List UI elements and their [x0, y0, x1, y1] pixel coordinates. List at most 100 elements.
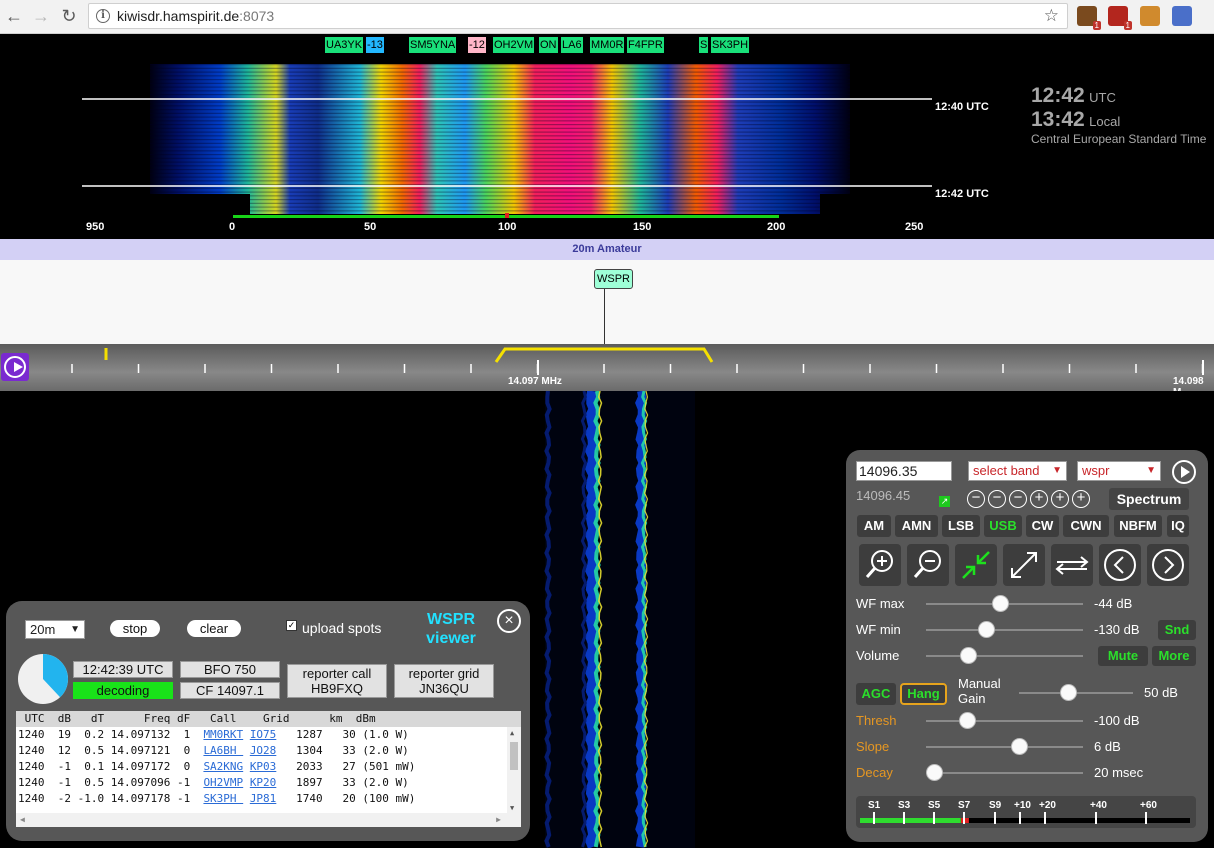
- volume-slider-knob[interactable]: [960, 647, 978, 664]
- double-arrow-icon: [1055, 556, 1089, 575]
- zoom-out-full-button[interactable]: [1003, 544, 1045, 586]
- zoom-max-icon: [962, 551, 990, 579]
- address-bar[interactable]: i kiwisdr.hamspirit.de:8073 ☆: [88, 3, 1068, 29]
- manual-gain-slider-knob[interactable]: [1060, 684, 1078, 701]
- thresh-value: -100 dB: [1094, 713, 1140, 728]
- step-up-small-icon[interactable]: +: [1030, 490, 1048, 508]
- extension-4-icon[interactable]: [1172, 6, 1192, 26]
- grid-link[interactable]: IO75: [250, 728, 277, 741]
- table-vertical-scrollbar[interactable]: ▲ ▼: [507, 727, 521, 813]
- extension-play-button[interactable]: [1172, 460, 1196, 484]
- mode-button-usb[interactable]: USB: [984, 515, 1022, 537]
- hang-button[interactable]: Hang: [900, 683, 947, 705]
- grid-link[interactable]: JP81: [250, 792, 277, 805]
- mode-button-nbfm[interactable]: NBFM: [1114, 515, 1162, 537]
- spot-label[interactable]: OH2VM: [493, 37, 535, 53]
- mute-button[interactable]: Mute: [1098, 646, 1148, 666]
- band-select[interactable]: select band ▼: [968, 461, 1067, 481]
- spot-label[interactable]: -13: [366, 37, 384, 53]
- grid-link[interactable]: KP20: [250, 776, 277, 789]
- spot-label[interactable]: MM0R: [590, 37, 625, 53]
- snd-button[interactable]: Snd: [1158, 620, 1196, 640]
- step-down-small-icon[interactable]: −: [1009, 490, 1027, 508]
- page-left-button[interactable]: [1099, 544, 1141, 586]
- table-horizontal-scrollbar[interactable]: ◀ ▶: [16, 813, 521, 827]
- freq-link-icon[interactable]: ↗: [939, 496, 950, 507]
- slope-label: Slope: [856, 739, 890, 754]
- spot-label[interactable]: F4FPR: [627, 37, 664, 53]
- wf-min-slider-knob[interactable]: [977, 621, 995, 638]
- extension-select[interactable]: wspr ▼: [1077, 461, 1161, 481]
- zoom-in-button[interactable]: [859, 544, 901, 586]
- step-down-medium-icon[interactable]: −: [988, 490, 1006, 508]
- mode-button-lsb[interactable]: LSB: [942, 515, 980, 537]
- frequency-scale[interactable]: 14.097 MHz 14.098 M: [0, 344, 1214, 391]
- wspr-table-row: 1240 -1 0.5 14.097096 -1 OH2VMP KP20 189…: [18, 776, 409, 789]
- volume-slider[interactable]: [926, 655, 1083, 657]
- decay-slider-knob[interactable]: [925, 764, 943, 781]
- step-up-large-icon[interactable]: +: [1072, 490, 1090, 508]
- call-link[interactable]: OH2VMP: [203, 776, 243, 789]
- wspr-spots-table[interactable]: UTC dB dT Freq dF Call Grid km dBm 1240 …: [16, 711, 521, 827]
- zoom-out-button[interactable]: [907, 544, 949, 586]
- wf-max-slider-knob[interactable]: [991, 595, 1009, 612]
- thresh-slider[interactable]: [926, 720, 1083, 722]
- thresh-slider-knob[interactable]: [958, 712, 976, 729]
- clear-button[interactable]: clear: [187, 620, 241, 637]
- slope-slider[interactable]: [926, 746, 1083, 748]
- spot-label[interactable]: -12: [468, 37, 486, 53]
- mode-button-iq[interactable]: IQ: [1167, 515, 1189, 537]
- band-bar[interactable]: 20m Amateur: [0, 239, 1214, 260]
- call-link[interactable]: MM0RKT: [203, 728, 243, 741]
- scale-play-button[interactable]: [1, 353, 29, 381]
- zoom-max-button[interactable]: [955, 544, 997, 586]
- call-link[interactable]: SA2KNG: [203, 760, 243, 773]
- s-meter: S1 S3 S5 S7 S9 +10 +20 +40 +60: [856, 796, 1196, 828]
- extension-3-icon[interactable]: [1140, 6, 1160, 26]
- grid-link[interactable]: KP03: [250, 760, 277, 773]
- frequency-input[interactable]: 14096.35: [856, 461, 952, 481]
- chevron-right-icon: [1152, 549, 1184, 581]
- scale-tick-label: 200: [767, 221, 786, 233]
- mode-button-am[interactable]: AM: [857, 515, 891, 537]
- spot-label[interactable]: SM5YNA: [409, 37, 457, 53]
- spectrum-button[interactable]: Spectrum: [1109, 488, 1189, 510]
- step-down-large-icon[interactable]: −: [967, 490, 985, 508]
- mode-button-cwn[interactable]: CWN: [1063, 515, 1109, 537]
- decay-slider[interactable]: [926, 772, 1083, 774]
- call-link[interactable]: LA6BH: [203, 744, 243, 757]
- upload-spots-checkbox[interactable]: ✓: [286, 620, 297, 631]
- wspr-band-select[interactable]: 20m ▼: [25, 620, 85, 639]
- mode-button-amn[interactable]: AMN: [895, 515, 938, 537]
- info-icon[interactable]: i: [96, 9, 110, 23]
- dx-label-area[interactable]: WSPR: [0, 260, 1214, 344]
- forward-arrow-icon[interactable]: →: [30, 5, 52, 27]
- back-arrow-icon[interactable]: ←: [3, 5, 25, 27]
- extension-1-icon[interactable]: 1: [1077, 6, 1101, 30]
- step-up-medium-icon[interactable]: +: [1051, 490, 1069, 508]
- close-icon[interactable]: ×: [497, 609, 521, 633]
- reload-icon[interactable]: ↻: [58, 5, 80, 27]
- s-meter-label: S5: [928, 800, 941, 811]
- dx-label-wspr[interactable]: WSPR: [594, 269, 633, 289]
- spot-label[interactable]: ON: [539, 37, 558, 53]
- grid-link[interactable]: JO28: [250, 744, 277, 757]
- zoom-band-button[interactable]: [1051, 544, 1093, 586]
- spot-label[interactable]: SK3PH: [711, 37, 750, 53]
- scale-tick-label: 950: [86, 221, 105, 233]
- waterfall-top[interactable]: UA3YK -13 SM5YNA -12 OH2VM ON LA6 MM0R F4FPR S SK3…: [0, 34, 1214, 234]
- mode-button-cw[interactable]: CW: [1026, 515, 1059, 537]
- ublock-extension-icon[interactable]: 1: [1108, 6, 1132, 30]
- more-button[interactable]: More: [1152, 646, 1196, 666]
- call-link[interactable]: SK3PH: [203, 792, 243, 805]
- spot-label[interactable]: S: [699, 37, 709, 53]
- wf-min-slider[interactable]: [926, 629, 1083, 631]
- page-right-button[interactable]: [1147, 544, 1189, 586]
- spot-label[interactable]: LA6: [561, 37, 583, 53]
- slope-slider-knob[interactable]: [1010, 738, 1028, 755]
- stop-button[interactable]: stop: [110, 620, 160, 637]
- play-icon: [1181, 466, 1190, 478]
- spot-label[interactable]: UA3YK: [325, 37, 364, 53]
- agc-button[interactable]: AGC: [856, 683, 896, 705]
- bookmark-star-icon[interactable]: ☆: [1044, 6, 1059, 26]
